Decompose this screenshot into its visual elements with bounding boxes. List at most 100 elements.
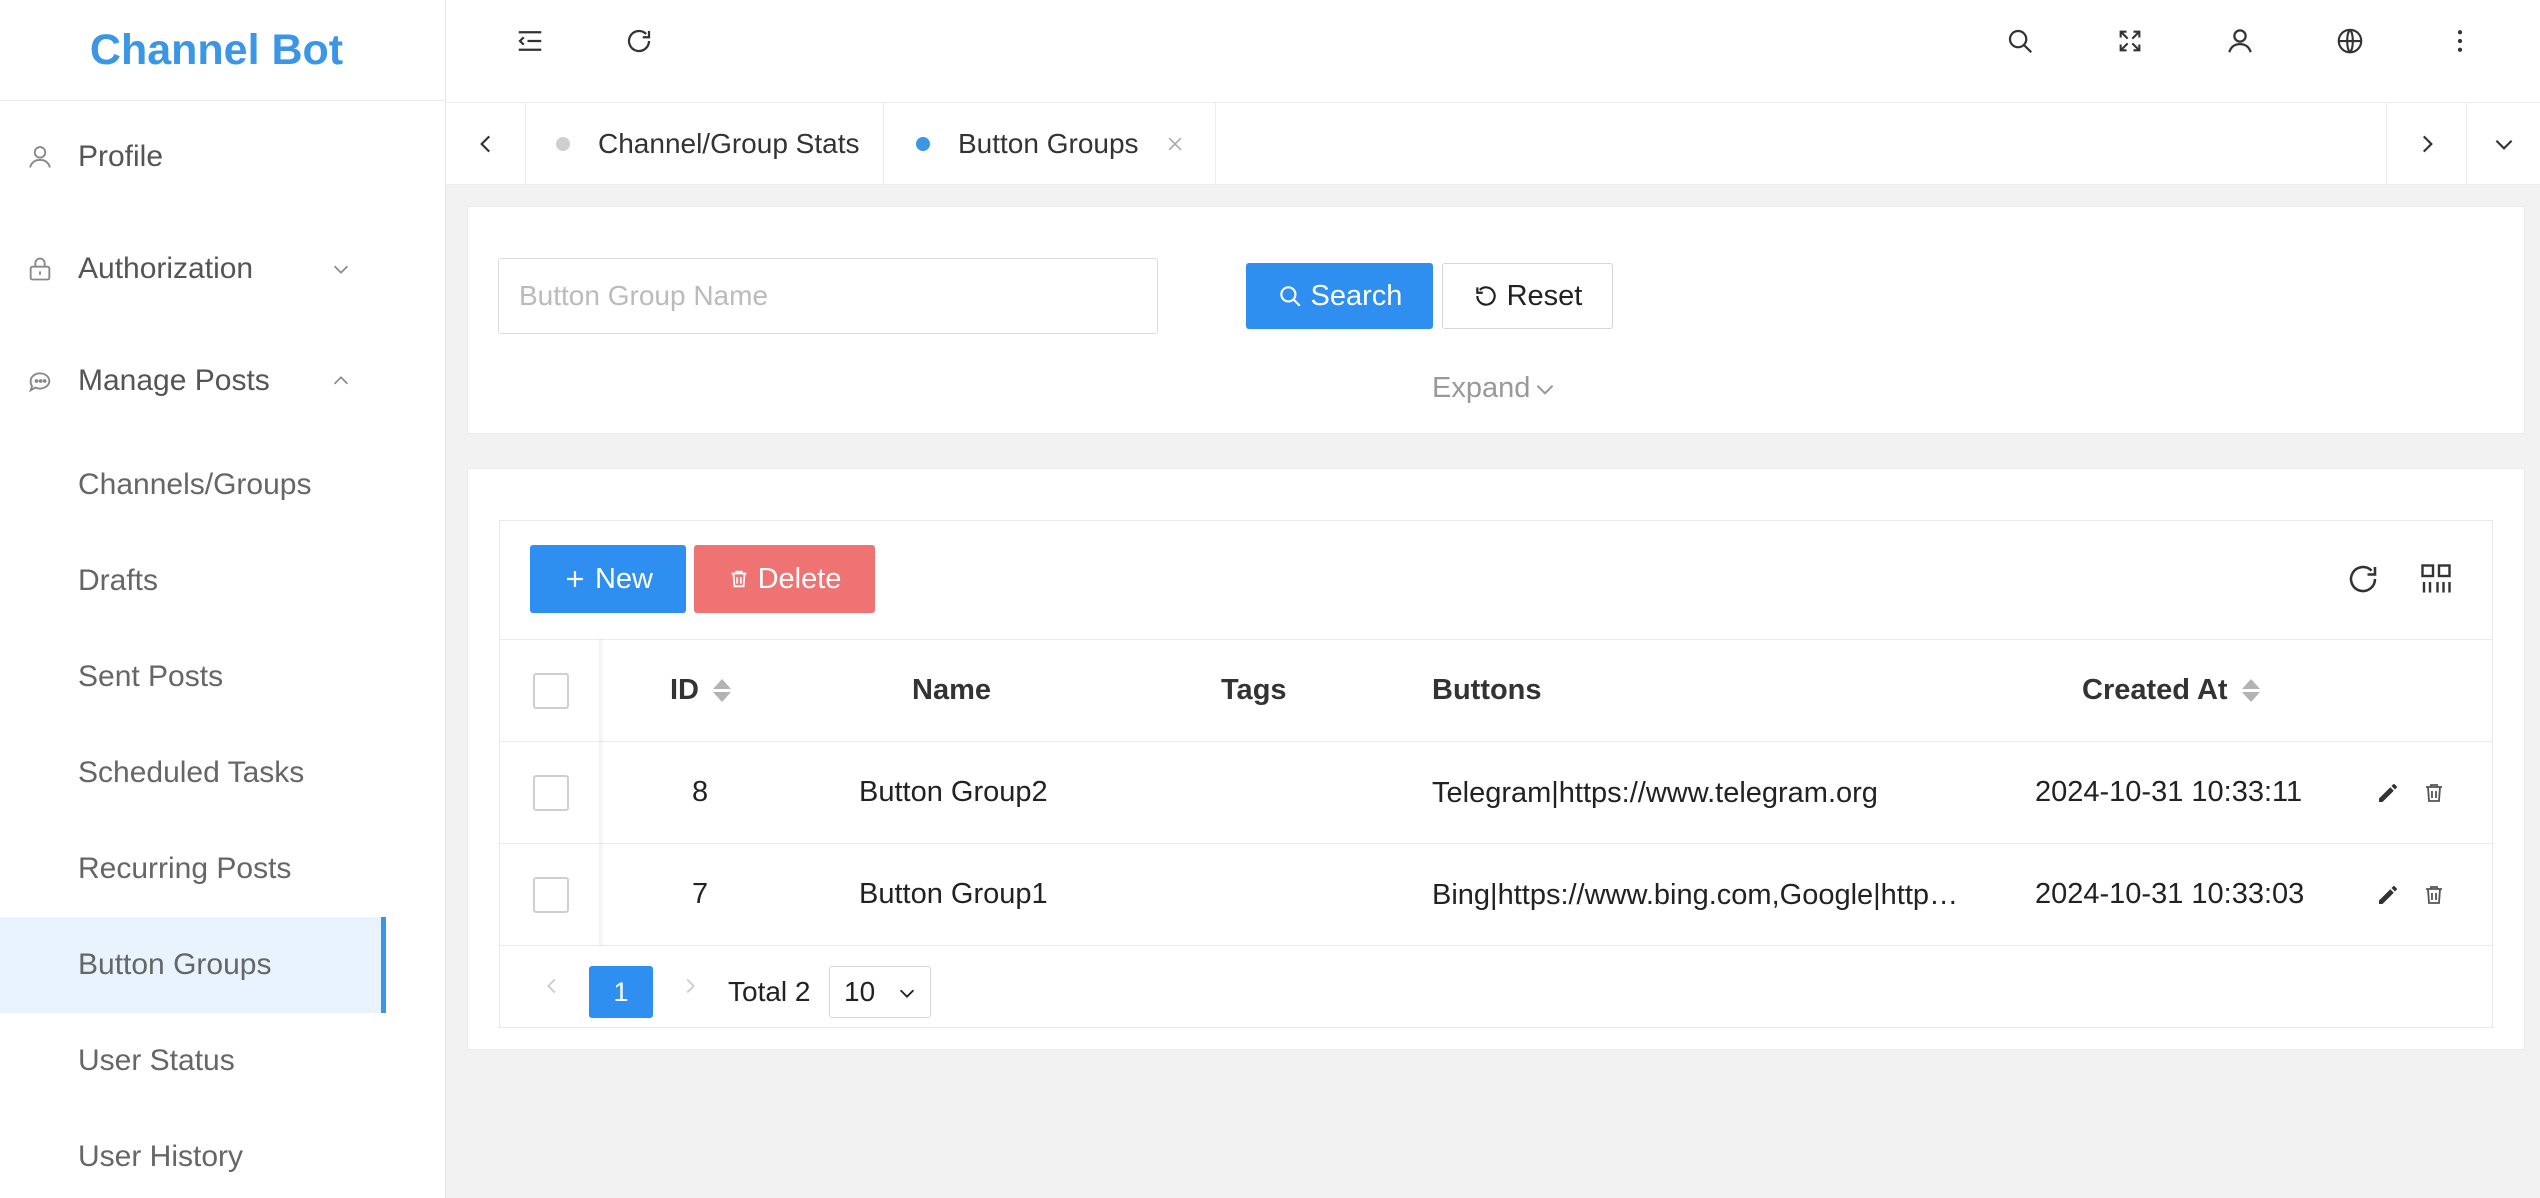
plus-icon — [566, 571, 583, 587]
refresh-icon[interactable] — [622, 24, 656, 58]
refresh-icon[interactable] — [2345, 561, 2381, 597]
sort-icon[interactable] — [2241, 679, 2260, 702]
column-header-label: Name — [912, 674, 991, 706]
sidebar-item-button-groups[interactable]: Button Groups — [0, 917, 386, 1013]
cell-created-at: 2024-10-31 10:33:03 — [2035, 878, 2305, 910]
search-icon — [1279, 286, 1301, 307]
trash-icon[interactable] — [2422, 883, 2446, 907]
menu-collapse-icon[interactable] — [513, 24, 547, 58]
sidebar-item-recurring-posts[interactable]: Recurring Posts — [0, 821, 445, 917]
tabs-scroll-left-button[interactable] — [446, 103, 526, 185]
lock-icon — [29, 257, 51, 281]
sidebar-item-label: Manage Posts — [78, 364, 270, 397]
expand-toggle[interactable]: Expand — [1432, 372, 1558, 405]
sidebar-item-profile[interactable]: Profile — [0, 101, 445, 213]
page-size-select[interactable]: 10 — [829, 966, 931, 1018]
table-row: 7 Button Group1 Bing|https://www.bing.co… — [500, 844, 2492, 946]
sidebar-item-label: Drafts — [78, 564, 159, 597]
data-table: New Delete ID Name Tags Buttons Created … — [499, 520, 2493, 1028]
more-icon[interactable] — [2443, 24, 2477, 58]
sidebar-item-authorization[interactable]: Authorization — [0, 213, 445, 325]
chevron-left-icon — [547, 978, 556, 994]
sidebar-item-label: Scheduled Tasks — [78, 756, 305, 789]
close-icon[interactable] — [1165, 134, 1185, 154]
trash-icon[interactable] — [2422, 781, 2446, 805]
tab-status-dot — [556, 137, 570, 151]
trash-icon — [731, 570, 746, 588]
app-title: Channel Bot — [89, 25, 344, 74]
tabs-menu-button[interactable] — [2466, 103, 2540, 185]
tabs-scroll-right-button[interactable] — [2386, 103, 2466, 185]
select-all-checkbox[interactable] — [533, 673, 569, 709]
reset-button[interactable]: Reset — [1442, 263, 1613, 329]
column-header-name: Name — [912, 640, 991, 741]
globe-icon[interactable] — [2333, 24, 2367, 58]
cell-name: Button Group2 — [859, 776, 1048, 808]
sidebar-item-manage-posts[interactable]: Manage Posts — [0, 325, 445, 437]
new-button-label: New — [594, 562, 653, 595]
sidebar-item-sent-posts[interactable]: Sent Posts — [0, 629, 445, 725]
sidebar-item-user-status[interactable]: User Status — [0, 1013, 445, 1109]
search-button[interactable]: Search — [1246, 263, 1433, 329]
column-header-label: ID — [670, 674, 699, 706]
column-header-label: Buttons — [1432, 674, 1542, 706]
row-checkbox[interactable] — [533, 775, 569, 811]
user-icon[interactable] — [2223, 24, 2257, 58]
row-checkbox[interactable] — [533, 877, 569, 913]
table-header: ID Name Tags Buttons Created At — [500, 639, 2492, 742]
sidebar-item-drafts[interactable]: Drafts — [0, 533, 445, 629]
top-bar — [446, 0, 2540, 103]
sidebar-item-label: Profile — [78, 140, 164, 173]
next-page-button[interactable] — [670, 966, 710, 1006]
cell-id: 7 — [692, 878, 709, 910]
sidebar-item-label: User History — [78, 1140, 244, 1173]
sidebar-item-user-history[interactable]: User History — [0, 1109, 445, 1198]
sidebar: Channel Bot Profile Authorization Manage… — [0, 0, 446, 1198]
chevron-left-icon — [479, 135, 490, 153]
edit-icon[interactable] — [2376, 781, 2400, 805]
tab-label: Button Groups — [958, 128, 1139, 159]
cell-created-at: 2024-10-31 10:33:11 — [2035, 776, 2303, 808]
delete-button-label: Delete — [757, 562, 842, 595]
chevron-down-icon — [333, 265, 349, 274]
chevron-down-icon — [899, 989, 915, 998]
sidebar-item-channels-groups[interactable]: Channels/Groups — [0, 437, 445, 533]
reset-button-label: Reset — [1506, 279, 1583, 312]
tab-button-groups[interactable]: Button Groups — [884, 103, 1216, 185]
tab-status-dot — [916, 137, 930, 151]
sidebar-nav: Profile Authorization Manage Posts Chann… — [0, 101, 445, 1198]
sidebar-item-label: Recurring Posts — [78, 852, 292, 885]
table-row: 8 Button Group2 Telegram|https://www.tel… — [500, 742, 2492, 844]
tabs-bar: Channel/Group Stats Button Groups — [446, 103, 2540, 185]
sidebar-item-label: Channels/Groups — [78, 468, 312, 501]
tab-channel-group-stats[interactable]: Channel/Group Stats — [526, 103, 884, 185]
chat-icon — [28, 372, 51, 393]
chevron-down-icon — [2495, 139, 2512, 150]
sidebar-item-label: Button Groups — [78, 948, 272, 981]
fullscreen-icon[interactable] — [2113, 24, 2147, 58]
column-header-label: Tags — [1221, 674, 1287, 706]
delete-button[interactable]: Delete — [694, 545, 875, 613]
search-button-label: Search — [1310, 279, 1403, 312]
cell-buttons: Bing|https://www.bing.com,Google|https:/… — [1432, 844, 1972, 945]
prev-page-button[interactable] — [532, 966, 572, 1006]
sidebar-item-label: Sent Posts — [78, 660, 224, 693]
search-icon[interactable] — [2003, 24, 2037, 58]
sidebar-item-label: Authorization — [78, 252, 254, 285]
new-button[interactable]: New — [530, 545, 686, 613]
edit-icon[interactable] — [2376, 883, 2400, 907]
sort-icon[interactable] — [713, 679, 731, 702]
fixed-column-shadow — [599, 639, 605, 946]
button-group-name-input[interactable] — [498, 258, 1158, 334]
column-settings-icon[interactable] — [2418, 561, 2454, 597]
cell-id: 8 — [692, 776, 709, 808]
column-header-id[interactable]: ID — [670, 640, 731, 741]
column-header-label: Created At — [2082, 674, 2228, 706]
cell-buttons: Telegram|https://www.telegram.org — [1432, 742, 1972, 843]
user-icon — [29, 146, 51, 168]
chevron-right-icon — [686, 978, 695, 994]
page-number-button[interactable]: 1 — [589, 966, 653, 1018]
chevron-right-icon — [2422, 135, 2433, 153]
column-header-created-at[interactable]: Created At — [2082, 640, 2260, 741]
sidebar-item-scheduled-tasks[interactable]: Scheduled Tasks — [0, 725, 445, 821]
